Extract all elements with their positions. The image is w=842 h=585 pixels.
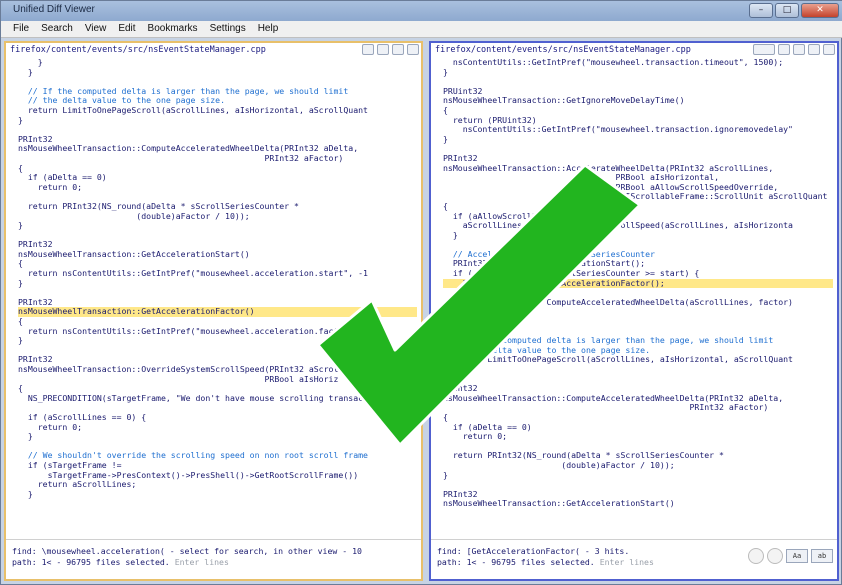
left-code-line: return 0; (18, 421, 83, 432)
left-code-line: PRBool aIsHoriz (18, 373, 339, 384)
right-code-line: } (443, 133, 448, 144)
left-code-line (18, 125, 417, 135)
find-prev-icon[interactable] (748, 548, 764, 564)
left-code-line: } (18, 220, 23, 231)
left-code-line: NS_PRECONDITION(sTargetFrame, "We don't … (18, 392, 368, 403)
left-status-bar: find: \mousewheel.acceleration( - select… (6, 539, 421, 579)
menu-edit[interactable]: Edit (112, 21, 141, 37)
left-code-line: return 0; (18, 181, 83, 192)
left-code-line: } (18, 58, 43, 67)
left-code-line (18, 288, 417, 298)
left-path-status: path: 1< - 96795 files selected. (12, 557, 170, 567)
right-code-line: } (443, 364, 448, 374)
right-code-pane[interactable]: firefox/content/events/src/nsEventStateM… (429, 41, 839, 581)
left-code-line: } (18, 431, 33, 442)
left-enter-lines-hint[interactable]: Enter lines (175, 557, 229, 567)
right-code-line: aScrollLines = OverrideSystemScrollSpeed… (443, 220, 793, 231)
left-code-line: return aScrollLines; (18, 479, 137, 490)
menu-bookmarks[interactable]: Bookmarks (142, 21, 204, 37)
whole-word-button[interactable]: ab (811, 549, 833, 563)
left-code-line: PRInt32 aFactor) (18, 152, 344, 163)
left-toggle-icon[interactable] (362, 44, 374, 55)
left-pane-tools (362, 44, 419, 55)
right-code-line: aScrollLines = ComputeAcceleratedWheelDe… (443, 296, 793, 307)
right-enter-lines-hint[interactable]: Enter lines (600, 557, 654, 567)
find-next-icon[interactable] (767, 548, 783, 564)
left-code-pane[interactable]: firefox/content/events/src/nsEventStateM… (4, 41, 423, 581)
left-code-line: nsMouseWheelTransaction::GetAcceleration… (18, 248, 250, 259)
right-code-line (443, 480, 833, 490)
left-case-icon[interactable] (377, 44, 389, 55)
maximize-button[interactable]: □ (775, 3, 799, 18)
minimize-button[interactable]: – (749, 3, 773, 18)
left-find-status: find: \mousewheel.acceleration( - select… (12, 546, 362, 556)
editor-window: Unified Diff Viewer – □ ✕ File Search Vi… (0, 0, 842, 585)
right-code-line: return 0; (443, 431, 508, 442)
match-case-button[interactable]: Aa (786, 549, 808, 563)
left-code-line: } (18, 66, 33, 77)
right-code-line: } (443, 306, 468, 317)
left-code-line: return nsContentUtils::GetIntPref("mouse… (18, 268, 368, 279)
left-back-icon[interactable] (392, 44, 404, 55)
menu-view[interactable]: View (79, 21, 113, 37)
right-code-line (443, 77, 833, 87)
menu-file[interactable]: File (7, 21, 35, 37)
right-code-line: nsContentUtils::GetIntPref("mousewheel.t… (443, 124, 793, 135)
menu-settings[interactable]: Settings (204, 21, 252, 37)
left-code-line: (double)aFactor / 10)); (18, 210, 250, 221)
menu-bar: File Search View Edit Bookmarks Settings… (1, 21, 842, 38)
right-status-bar: find: [GetAccelerationFactor( - 3 hits. … (431, 539, 837, 579)
title-bar: Unified Diff Viewer – □ ✕ (1, 1, 842, 21)
right-back-icon[interactable] (808, 44, 820, 55)
right-save-icon[interactable] (753, 44, 775, 55)
left-code-line: } (18, 488, 33, 499)
right-code-line: } (443, 316, 458, 327)
right-code-line (443, 144, 833, 154)
right-code-line: } (443, 469, 448, 480)
left-code-line: } (18, 335, 23, 346)
left-pane-path: firefox/content/events/src/nsEventStateM… (6, 43, 421, 58)
window-controls: – □ ✕ (749, 3, 839, 18)
right-case-icon[interactable] (793, 44, 805, 55)
right-code-line: nsContentUtils::GetIntPref("mousewheel.t… (443, 58, 784, 67)
left-code-view[interactable]: } } // If the computed delta is larger t… (6, 58, 421, 539)
left-code-line (18, 231, 417, 241)
left-code-line: } (18, 114, 23, 125)
right-code-line (443, 375, 833, 385)
right-code-line: PRInt32 aFactor) (443, 402, 769, 413)
right-code-line: return LimitToOnePageScroll(aScrollLines… (443, 354, 793, 365)
right-code-line: nsMouseWheelTransaction::GetAcceleration… (443, 498, 675, 509)
menu-search[interactable]: Search (35, 21, 79, 37)
right-status-tools: Aa ab (748, 548, 833, 564)
menu-help[interactable]: Help (252, 21, 285, 37)
left-forward-icon[interactable] (407, 44, 419, 55)
right-code-line: nsMouseWheelTransaction::GetIgnoreMoveDe… (443, 95, 685, 106)
right-toggle-icon[interactable] (778, 44, 790, 55)
right-path-status: path: 1< - 96795 files selected. (437, 557, 595, 567)
right-code-line: nsIScrollableFrame::ScrollUnit aScrollQu… (443, 191, 828, 202)
left-code-line: } (18, 277, 23, 288)
right-code-line: } (443, 229, 458, 240)
right-forward-icon[interactable] (823, 44, 835, 55)
left-code-line: nsMouseWheelTransaction::GetAcceleration… (18, 307, 417, 318)
close-button[interactable]: ✕ (801, 3, 839, 18)
right-code-view[interactable]: nsContentUtils::GetIntPref("mousewheel.t… (431, 58, 837, 539)
left-code-line: return nsContentUtils::GetIntPref("mouse… (18, 325, 359, 336)
window-title: Unified Diff Viewer (13, 4, 95, 15)
right-code-line: (double)aFactor / 10)); (443, 459, 675, 470)
left-code-line: return LimitToOnePageScroll(aScrollLines… (18, 104, 368, 115)
right-pane-tools (753, 44, 835, 55)
left-code-line (18, 346, 417, 356)
right-code-line: } (443, 66, 448, 77)
